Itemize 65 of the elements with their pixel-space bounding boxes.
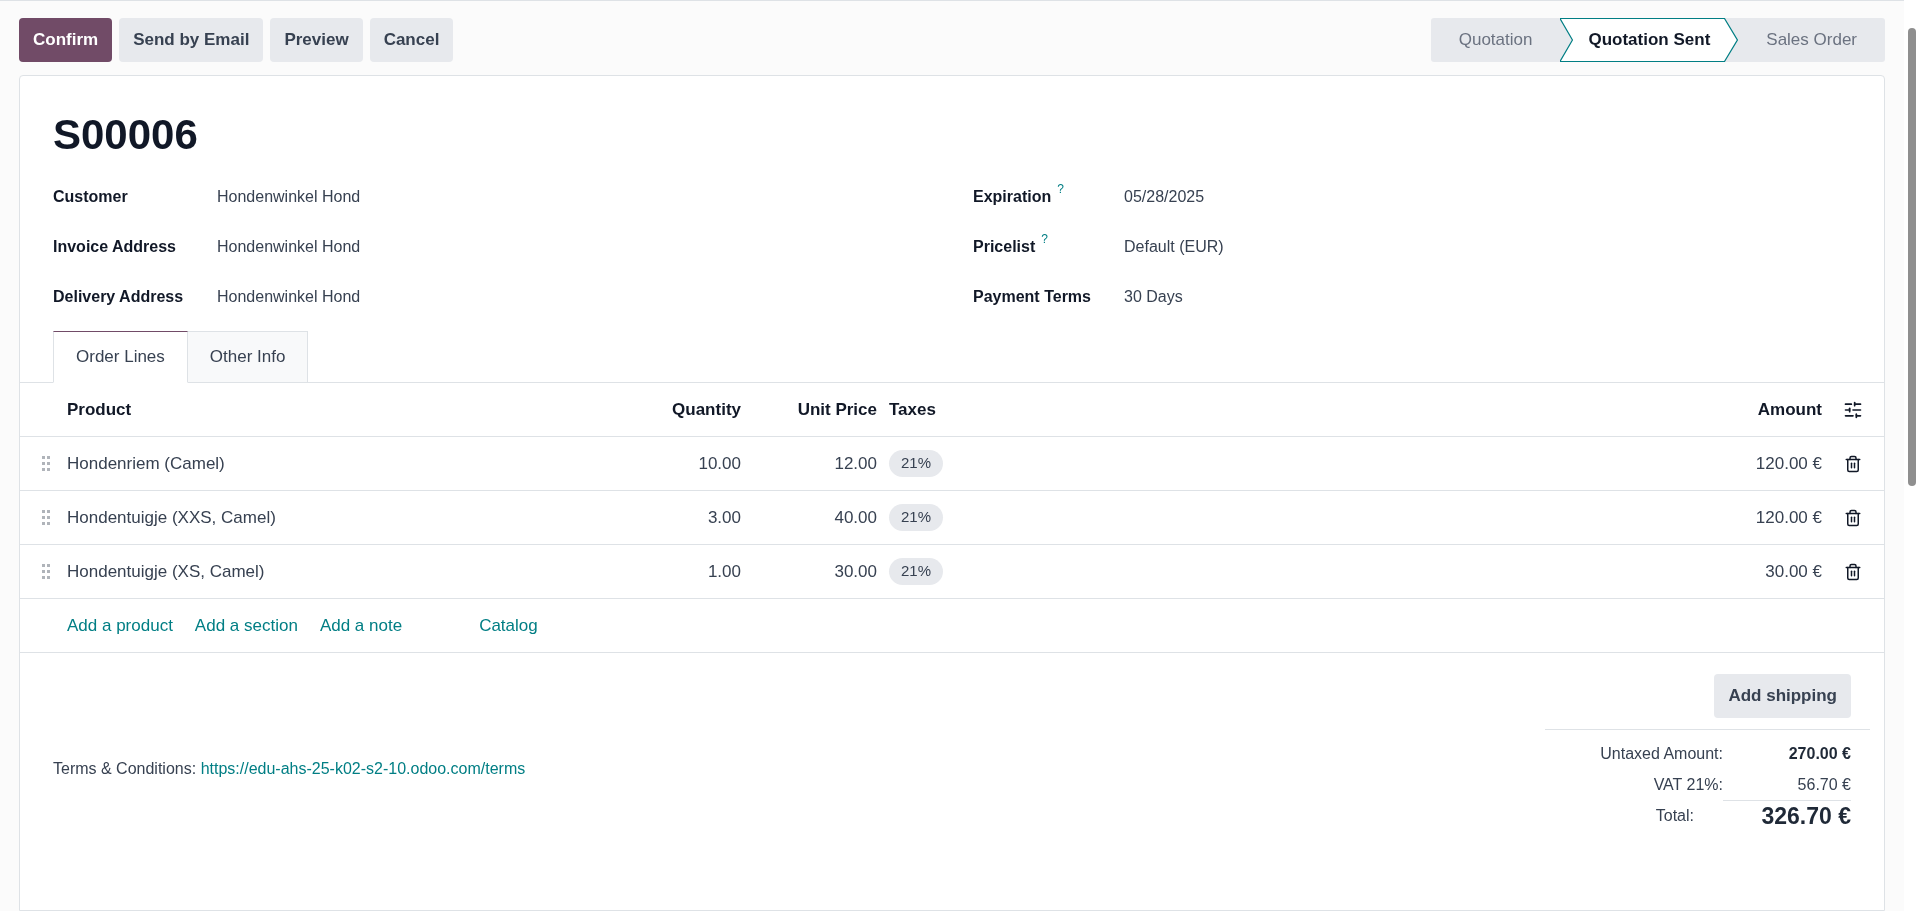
column-settings-icon[interactable] bbox=[1843, 399, 1863, 420]
add-link[interactable]: Add a product bbox=[67, 612, 173, 639]
tax-tag: 21% bbox=[889, 558, 944, 585]
terms-text: Terms & Conditions: https://edu-ahs-25-k02-s2-10.odoo.com/terms bbox=[53, 759, 526, 779]
drag-handle-icon[interactable] bbox=[42, 455, 50, 472]
product-cell[interactable]: Hondenriem (Camel) bbox=[67, 450, 627, 477]
unit-price-cell[interactable]: 40.00 bbox=[741, 504, 877, 531]
total-label: Untaxed Amount: bbox=[1600, 743, 1723, 764]
column-header[interactable]: Product bbox=[67, 396, 627, 423]
delete-icon[interactable] bbox=[1844, 508, 1862, 527]
total-label: VAT 21%: bbox=[1653, 774, 1723, 795]
field-value[interactable]: 05/28/2025 bbox=[1124, 185, 1205, 209]
form-tab[interactable]: Order Lines bbox=[53, 331, 188, 383]
column-header[interactable]: Unit Price bbox=[741, 396, 877, 423]
drag-handle-icon[interactable] bbox=[42, 563, 50, 580]
unit-price-cell[interactable]: 30.00 bbox=[741, 558, 877, 585]
field-value[interactable]: 30 Days bbox=[1124, 285, 1183, 309]
field-label: Expiration bbox=[973, 187, 1052, 207]
product-cell[interactable]: Hondentuigje (XXS, Camel) bbox=[67, 504, 627, 531]
total-value: 56.70 € bbox=[1796, 774, 1851, 795]
amount-cell-text: 30.00 € bbox=[1765, 560, 1822, 583]
total-value: 326.70 € bbox=[1723, 800, 1851, 831]
total-label: Total: bbox=[1655, 805, 1694, 826]
field-value[interactable]: Default (EUR) bbox=[1124, 235, 1224, 259]
field-label: Invoice Address bbox=[53, 237, 176, 257]
help-mark[interactable]: ? bbox=[1057, 183, 1064, 195]
quantity-cell[interactable]: 10.00 bbox=[627, 450, 741, 477]
amount-cell-text: 120.00 € bbox=[1755, 506, 1822, 529]
status-step[interactable]: Quotation Sent bbox=[1560, 18, 1739, 62]
field-value[interactable]: Hondenwinkel Hond bbox=[217, 285, 361, 309]
add-shipping-button[interactable]: Add shipping bbox=[1714, 674, 1851, 718]
add-link[interactable]: Add a section bbox=[194, 612, 298, 639]
field-label: Pricelist bbox=[973, 237, 1036, 257]
column-header[interactable]: Quantity bbox=[627, 396, 741, 423]
order-title: S00006 bbox=[53, 114, 199, 156]
action-button[interactable]: Cancel bbox=[369, 18, 454, 62]
confirm-button[interactable]: Confirm bbox=[19, 18, 113, 62]
product-cell[interactable]: Hondentuigje (XS, Camel) bbox=[67, 558, 627, 585]
terms-link[interactable]: https://edu-ahs-25-k02-s2-10.odoo.com/terms bbox=[200, 760, 526, 777]
quantity-cell[interactable]: 1.00 bbox=[627, 558, 741, 585]
unit-price-cell[interactable]: 12.00 bbox=[741, 450, 877, 477]
action-button[interactable]: Preview bbox=[270, 18, 363, 62]
field-label: Payment Terms bbox=[973, 287, 1091, 307]
form-tab[interactable]: Other Info bbox=[187, 331, 309, 383]
delete-icon[interactable] bbox=[1844, 454, 1862, 473]
field-value[interactable]: Hondenwinkel Hond bbox=[217, 185, 361, 209]
field-value[interactable]: Hondenwinkel Hond bbox=[217, 235, 361, 259]
help-mark[interactable]: ? bbox=[1041, 233, 1048, 245]
total-value: 270.00 € bbox=[1787, 743, 1851, 764]
tax-tag: 21% bbox=[889, 504, 944, 531]
action-button[interactable]: Send by Email bbox=[119, 18, 264, 62]
status-step[interactable]: Sales Order bbox=[1738, 18, 1885, 62]
column-header[interactable]: Taxes bbox=[877, 396, 1758, 423]
amount-cell-text: 120.00 € bbox=[1755, 452, 1822, 475]
add-link[interactable]: Catalog bbox=[479, 612, 538, 639]
column-header[interactable]: Amount bbox=[1757, 396, 1822, 423]
add-link[interactable]: Add a note bbox=[319, 612, 403, 639]
status-step[interactable]: Quotation bbox=[1430, 18, 1561, 62]
field-label: Delivery Address bbox=[53, 287, 184, 307]
tax-tag: 21% bbox=[889, 450, 944, 477]
scrollbar-thumb[interactable] bbox=[1908, 28, 1916, 486]
drag-handle-icon[interactable] bbox=[42, 509, 50, 526]
delete-icon[interactable] bbox=[1844, 562, 1862, 581]
quantity-cell[interactable]: 3.00 bbox=[627, 504, 741, 531]
field-label: Customer bbox=[53, 187, 128, 207]
